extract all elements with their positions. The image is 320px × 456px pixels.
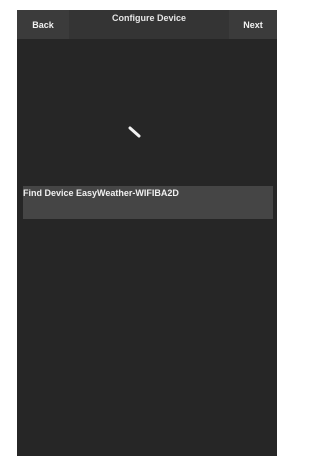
configure-device-screen: Back Configure Device Next Find Device E… xyxy=(17,10,277,456)
back-button[interactable]: Back xyxy=(17,10,69,39)
next-button[interactable]: Next xyxy=(229,10,277,39)
header-bar: Back Configure Device Next xyxy=(17,10,277,39)
page-title: Configure Device xyxy=(111,13,187,23)
loading-spinner-icon xyxy=(128,125,142,139)
loading-spinner-graphic xyxy=(128,126,141,138)
device-search-status: Find Device EasyWeather-WIFIBA2D xyxy=(23,186,273,219)
status-text: Find Device EasyWeather-WIFIBA2D xyxy=(23,188,179,198)
